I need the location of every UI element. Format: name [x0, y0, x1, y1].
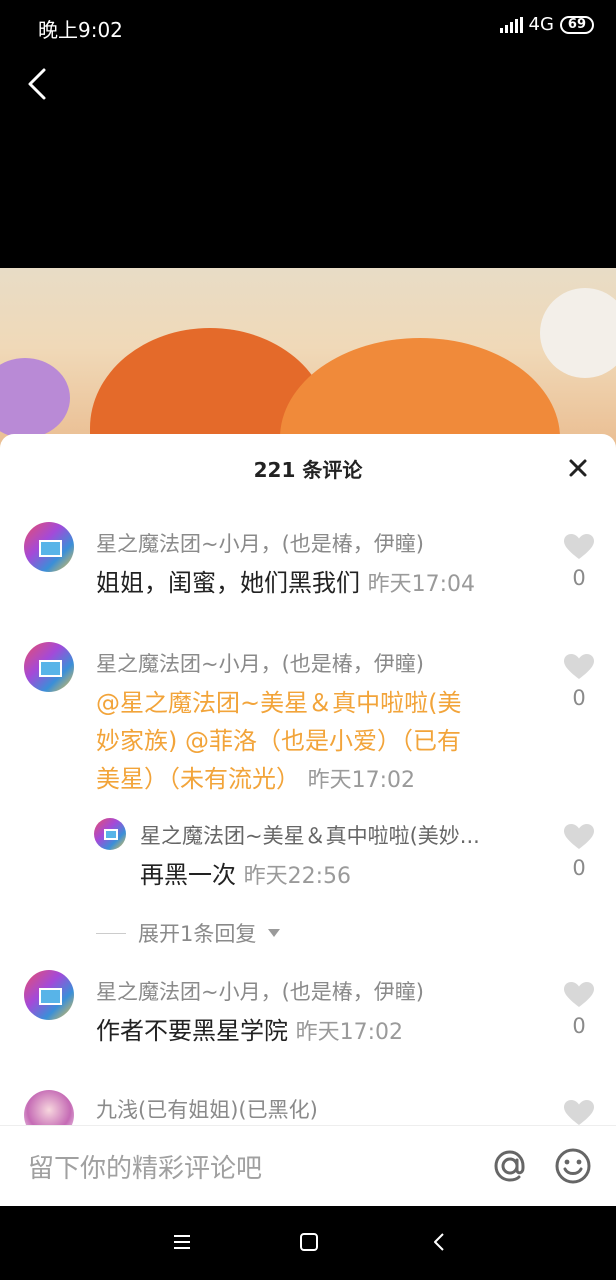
close-button[interactable] — [562, 452, 594, 484]
emoji-button[interactable] — [553, 1146, 593, 1186]
comment-username[interactable]: 九浅(已有姐姐)(已黑化) — [96, 1094, 318, 1124]
chevron-left-icon — [28, 68, 46, 100]
avatar[interactable] — [24, 522, 74, 572]
heart-icon — [564, 824, 594, 849]
heart-icon — [564, 654, 594, 679]
avatar[interactable] — [94, 818, 126, 850]
battery-icon: 69 — [559, 15, 594, 34]
heart-icon — [564, 982, 594, 1007]
divider-line — [96, 932, 126, 934]
status-indicators: 4G 69 — [499, 14, 594, 35]
smiley-icon — [555, 1148, 591, 1184]
expand-replies-button[interactable]: 展开1条回复 — [96, 918, 281, 948]
heart-icon — [564, 1100, 594, 1125]
heart-icon — [564, 534, 594, 559]
back-triangle-icon — [434, 1233, 444, 1251]
comment-body: 作者不要黑星学院 — [96, 1017, 288, 1045]
status-bar: 晚上9:02 4G 69 — [0, 0, 616, 52]
comment-username[interactable]: 星之魔法团~小月，(也是椿，伊瞳) — [96, 528, 424, 558]
home-square-icon — [300, 1233, 318, 1251]
like-button[interactable]: 0 — [559, 534, 599, 590]
mention-link[interactable]: 美星）（未有流光） — [96, 765, 300, 793]
comment-time: 昨天17:02 — [307, 768, 416, 793]
comment-input-bar: 留下你的精彩评论吧 — [0, 1125, 616, 1206]
signal-icon — [499, 16, 523, 33]
network-label: 4G — [528, 14, 554, 35]
at-icon — [494, 1150, 525, 1182]
avatar[interactable] — [24, 970, 74, 1020]
menu-icon — [174, 1235, 190, 1249]
comment-username[interactable]: 星之魔法团~小月，(也是椿，伊瞳) — [96, 976, 424, 1006]
mention-link[interactable]: 妙家族) — [96, 727, 177, 755]
mention-link[interactable]: @菲洛（也是小爱）（已有 — [185, 727, 461, 755]
caret-down-icon — [268, 929, 281, 937]
like-count: 0 — [572, 856, 586, 880]
reply-username[interactable]: 星之魔法团~美星＆真中啦啦(美妙... — [140, 820, 480, 850]
comment-time: 昨天17:02 — [295, 1020, 404, 1045]
like-count: 0 — [572, 1014, 586, 1038]
like-count: 0 — [572, 566, 586, 590]
reply-text: 再黑一次 昨天22:56 — [140, 856, 540, 896]
nav-back-button[interactable] — [428, 1230, 452, 1254]
like-button[interactable] — [559, 1100, 599, 1126]
like-button[interactable]: 0 — [559, 654, 599, 710]
reply-body: 再黑一次 — [140, 861, 236, 889]
avatar[interactable] — [24, 642, 74, 692]
comment-text: @星之魔法团~美星＆真中啦啦(美 妙家族) @菲洛（也是小爱）（已有 美星）（未… — [96, 684, 546, 800]
menu-button[interactable] — [170, 1230, 194, 1254]
like-button[interactable]: 0 — [559, 824, 599, 880]
back-button[interactable] — [18, 62, 58, 106]
home-button[interactable] — [297, 1230, 321, 1254]
comment-username[interactable]: 星之魔法团~小月，(也是椿，伊瞳) — [96, 648, 424, 678]
comment-body: 姐姐，闺蜜，她们黑我们 — [96, 569, 360, 597]
status-time: 晚上9:02 — [38, 18, 123, 42]
close-icon — [569, 459, 587, 477]
like-button[interactable]: 0 — [559, 982, 599, 1038]
mention-button[interactable] — [490, 1146, 530, 1186]
expand-replies-label: 展开1条回复 — [138, 922, 257, 946]
comment-input[interactable]: 留下你的精彩评论吧 — [28, 1148, 262, 1185]
comment-time: 昨天17:04 — [367, 572, 476, 597]
reply-time: 昨天22:56 — [243, 864, 352, 889]
comments-sheet: 221 条评论 星之魔法团~小月，(也是椿，伊瞳) 姐姐，闺蜜，她们黑我们 昨天… — [0, 434, 616, 1206]
comment-text: 姐姐，闺蜜，她们黑我们 昨天17:04 — [96, 564, 546, 604]
system-nav-bar — [0, 1206, 616, 1280]
comments-count-title: 221 条评论 — [253, 458, 363, 482]
comment-text: 作者不要黑星学院 昨天17:02 — [96, 1012, 546, 1052]
mention-link[interactable]: @星之魔法团~美星＆真中啦啦(美 — [96, 689, 461, 717]
like-count: 0 — [572, 686, 586, 710]
